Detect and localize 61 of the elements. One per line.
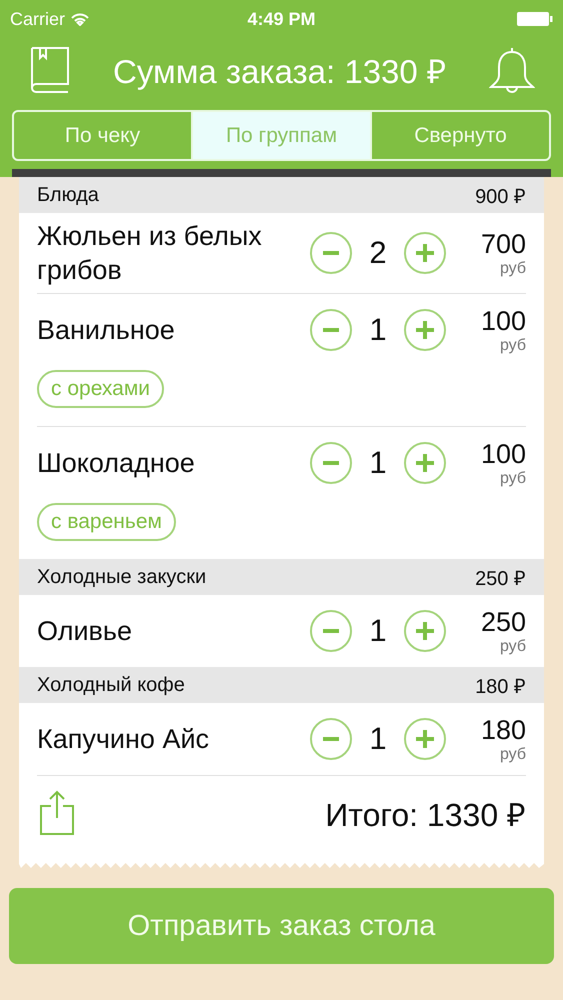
segment-tab[interactable]: По чеку xyxy=(14,112,191,159)
item-quantity: 1 xyxy=(368,445,388,481)
item-quantity: 1 xyxy=(368,721,388,757)
group-name: Холодные закуски xyxy=(37,566,206,588)
item-price: 250 xyxy=(480,606,526,638)
order-sum-title: Сумма заказа: 1330 ₽ xyxy=(113,52,446,92)
minus-icon xyxy=(323,461,339,465)
status-time: 4:49 PM xyxy=(247,8,316,30)
item-quantity: 1 xyxy=(368,312,388,348)
item-name: Капучино Айс xyxy=(37,723,210,756)
increase-button[interactable] xyxy=(404,442,446,484)
price-unit: руб xyxy=(500,746,526,764)
item-price: 100 xyxy=(480,438,526,470)
modifier-tag[interactable]: с орехами xyxy=(37,370,164,408)
modifier-tag[interactable]: с вареньем xyxy=(37,503,176,541)
decrease-button[interactable] xyxy=(310,309,352,351)
plus-icon xyxy=(416,622,434,640)
decrease-button[interactable] xyxy=(310,718,352,760)
increase-button[interactable] xyxy=(404,309,446,351)
item-price: 100 xyxy=(480,306,526,336)
item-quantity: 1 xyxy=(368,613,388,649)
plus-icon xyxy=(416,244,434,262)
increase-button[interactable] xyxy=(404,718,446,760)
decrease-button[interactable] xyxy=(310,442,352,484)
price-unit: руб xyxy=(500,470,526,488)
minus-icon xyxy=(323,251,339,255)
order-total: Итого: 1330 ₽ xyxy=(325,796,526,834)
share-icon[interactable] xyxy=(39,790,75,836)
group-name: Блюда xyxy=(37,184,99,206)
item-name: Шоколадное xyxy=(37,447,196,480)
item-price: 180 xyxy=(480,714,526,746)
price-unit: руб xyxy=(500,260,526,278)
plus-icon xyxy=(416,321,434,339)
plus-icon xyxy=(416,730,434,748)
segment-tab[interactable]: По группам xyxy=(191,112,370,159)
book-icon[interactable] xyxy=(30,46,70,94)
item-name: Оливье xyxy=(37,615,133,648)
minus-icon xyxy=(323,328,339,332)
wifi-icon xyxy=(71,12,90,26)
minus-icon xyxy=(323,629,339,633)
item-quantity: 2 xyxy=(368,235,388,271)
group-total: 250 ₽ xyxy=(475,566,526,590)
decrease-button[interactable] xyxy=(310,232,352,274)
price-unit: руб xyxy=(500,638,526,656)
price-unit: руб xyxy=(500,336,526,354)
item-price: 700 xyxy=(480,228,526,260)
increase-button[interactable] xyxy=(404,232,446,274)
group-name: Холодный кофе xyxy=(37,674,185,696)
carrier-name: Carrier xyxy=(10,8,66,30)
battery-icon xyxy=(517,11,553,27)
segment-tab[interactable]: Свернуто xyxy=(370,112,549,159)
group-total: 900 ₽ xyxy=(475,184,526,208)
increase-button[interactable] xyxy=(404,610,446,652)
group-total: 180 ₽ xyxy=(475,674,526,698)
decrease-button[interactable] xyxy=(310,610,352,652)
item-name: Ванильное xyxy=(37,314,176,347)
submit-order-button[interactable]: Отправить заказ стола xyxy=(9,888,554,964)
minus-icon xyxy=(323,737,339,741)
plus-icon xyxy=(416,454,434,472)
bell-icon[interactable] xyxy=(488,46,535,94)
item-name: Жюльен из белых грибов xyxy=(37,220,263,287)
